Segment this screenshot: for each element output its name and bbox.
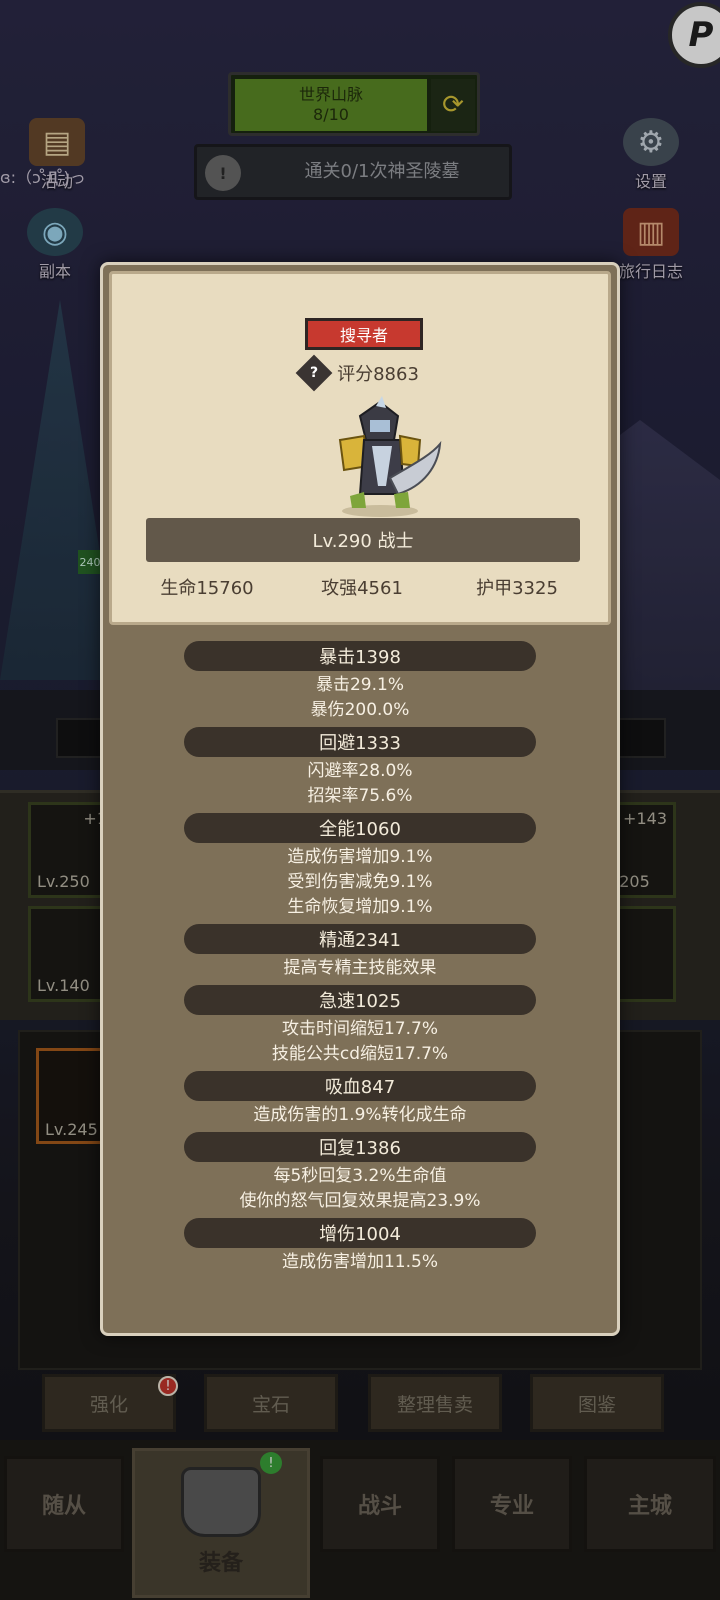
attribute-effect: 造成伤害的1.9%转化成生命 [253,1105,467,1125]
attribute-header: 吸血847 [184,1071,536,1101]
attribute-list: 暴击1398 暴击29.1% 暴伤200.0% 回避1333 闪避率28.0% … [179,637,541,1275]
attribute-header: 回复1386 [184,1132,536,1162]
character-summary: 搜寻者 ? 评分8863 Lv.290 战士 生命15760 攻强4561 护甲… [109,271,611,625]
score-text: 评分8863 [337,364,419,385]
level-class-bar: Lv.290 战士 [146,518,580,562]
attribute-effect: 暴击29.1% [315,675,404,695]
attack-stat: 攻强4561 [321,578,403,599]
help-icon[interactable]: ? [295,354,333,392]
attribute-header: 暴击1398 [184,641,536,671]
role-tag: 搜寻者 [305,318,423,350]
attribute-header: 增伤1004 [184,1218,536,1248]
attribute-header: 全能1060 [184,813,536,843]
character-detail-modal: 搜寻者 ? 评分8863 Lv.290 战士 生命15760 攻强4561 护甲… [100,262,620,1336]
attribute-effect: 提高专精主技能效果 [283,958,437,978]
attribute-effect: 技能公共cd缩短17.7% [271,1044,449,1064]
attribute-effect: 闪避率28.0% [307,761,413,781]
attribute-header: 回避1333 [184,727,536,757]
armor-stat: 护甲3325 [476,578,558,599]
attribute-effect: 招架率75.6% [307,786,413,806]
attribute-effect: 暴伤200.0% [310,700,410,720]
attribute-effect: 生命恢复增加9.1% [287,897,433,917]
score-row: ? 评分8863 [112,354,608,392]
attribute-header: 急速1025 [184,985,536,1015]
attribute-effect: 造成伤害增加9.1% [287,847,433,867]
hp-stat: 生命15760 [160,578,254,599]
attribute-effect: 使你的怒气回复效果提高23.9% [239,1191,481,1211]
attribute-effect: 每5秒回复3.2%生命值 [273,1166,447,1186]
attribute-header: 精通2341 [184,924,536,954]
attribute-effect: 攻击时间缩短17.7% [281,1019,438,1039]
attribute-effect: 受到伤害减免9.1% [287,872,433,892]
base-stats-row: 生命15760 攻强4561 护甲3325 [132,574,592,606]
attribute-effect: 造成伤害增加11.5% [281,1252,438,1272]
warrior-portrait [338,396,442,517]
